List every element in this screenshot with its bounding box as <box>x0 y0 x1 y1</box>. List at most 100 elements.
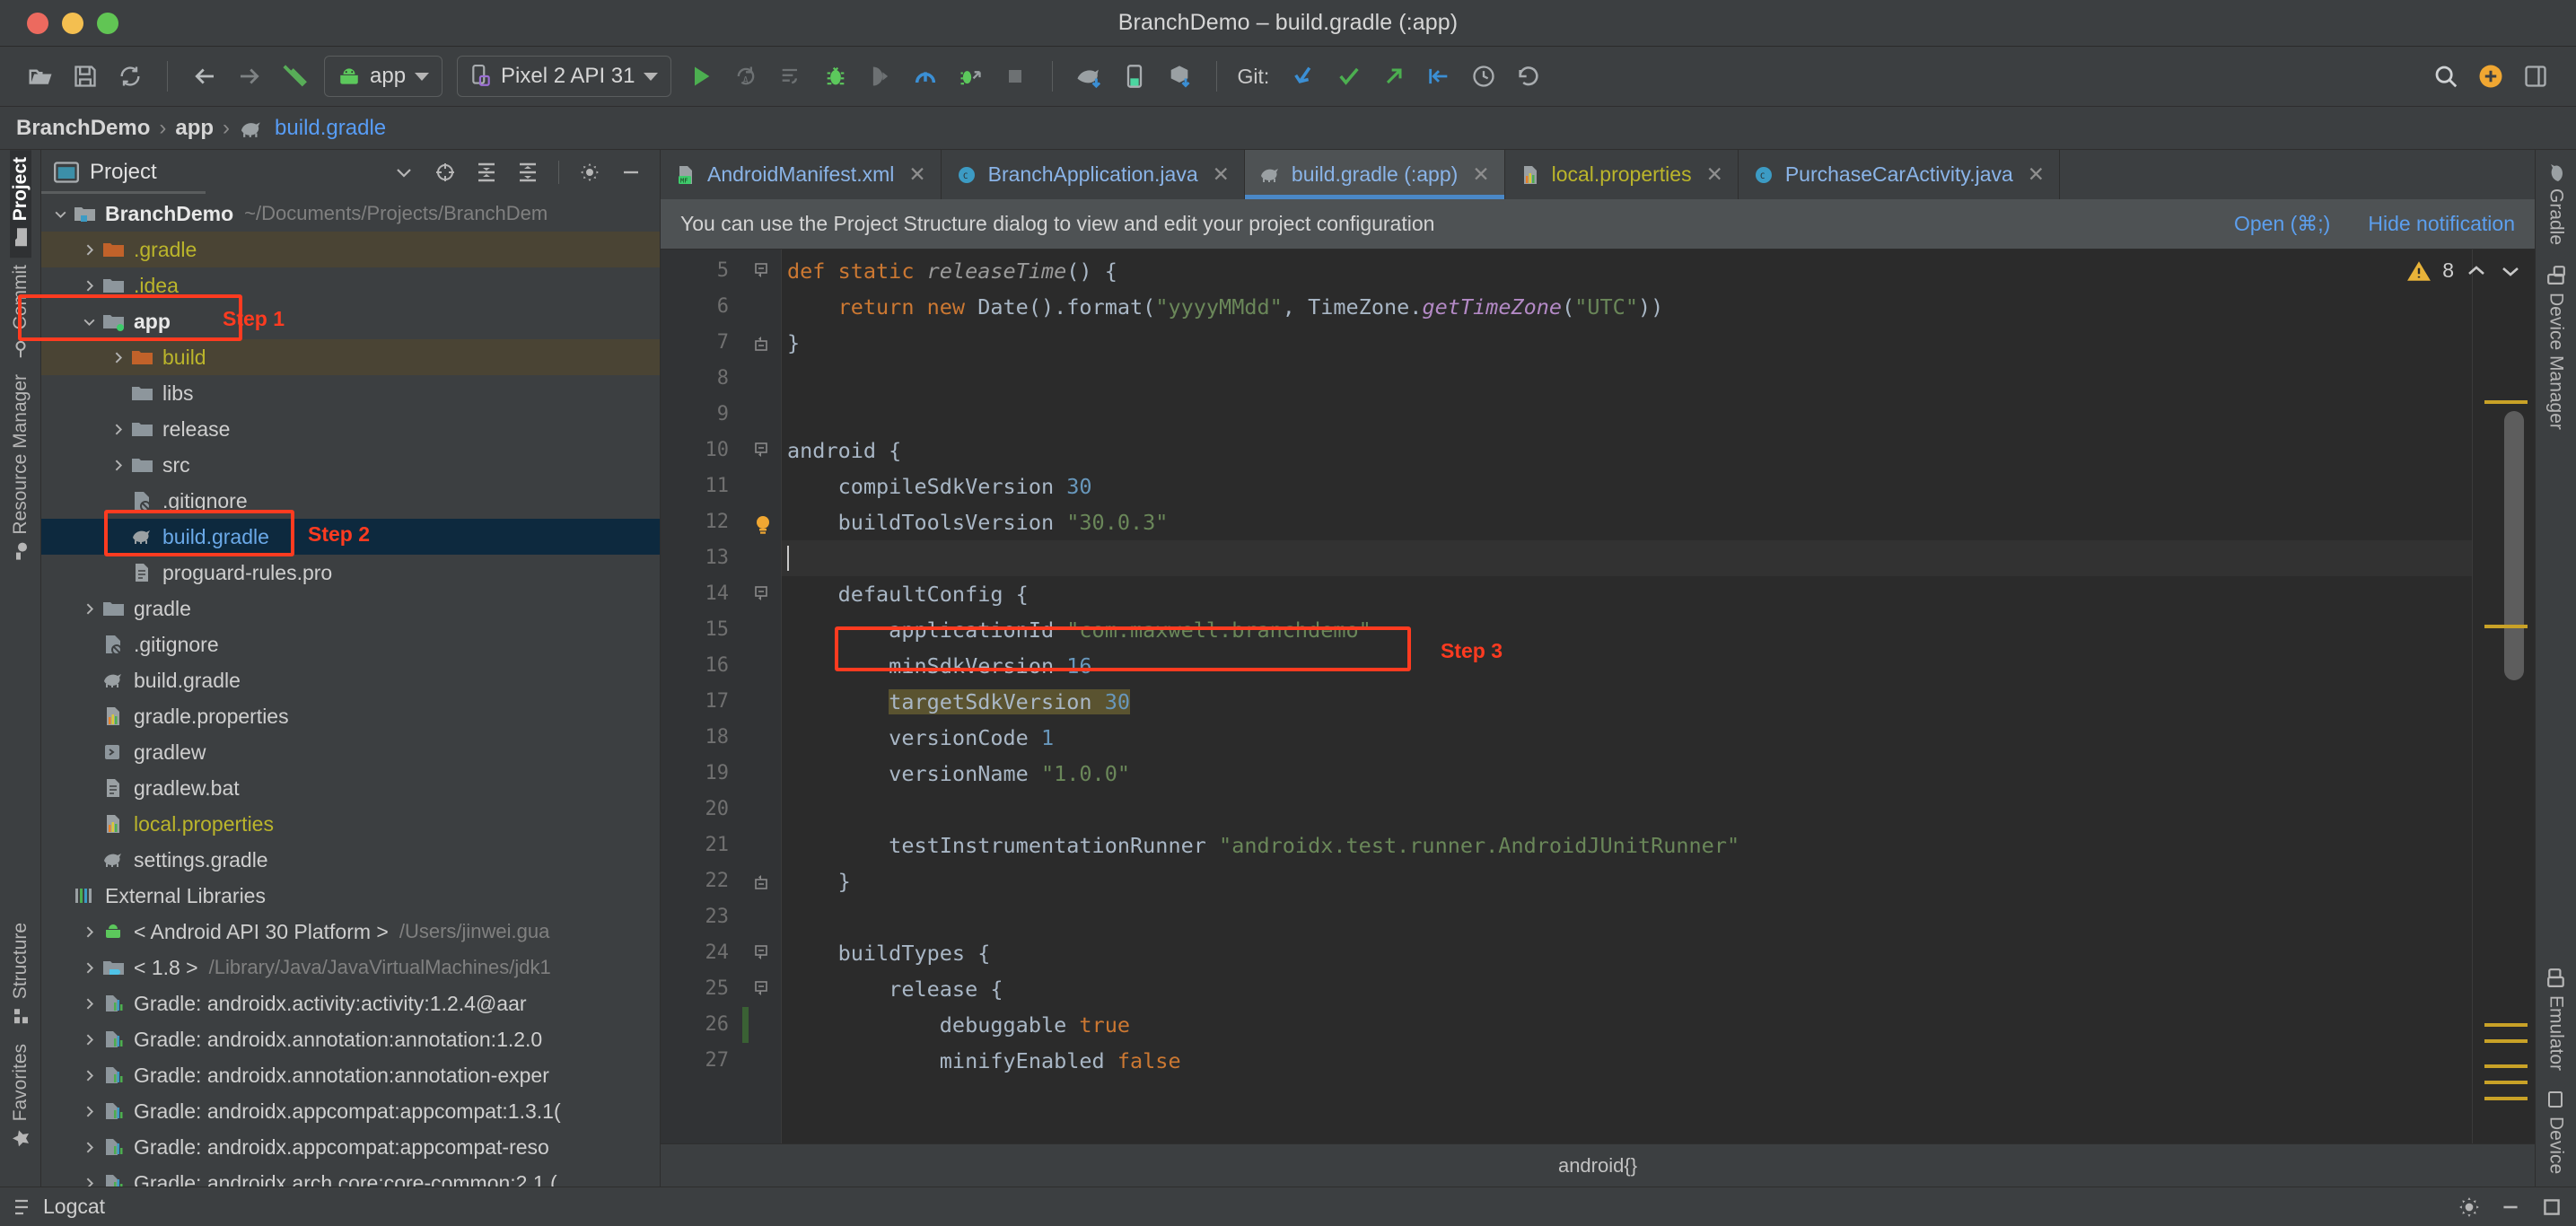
code-line[interactable]: } <box>782 325 2472 361</box>
gradle-sync-icon[interactable] <box>1069 56 1110 97</box>
sidebar-item-project[interactable]: Project <box>9 150 31 258</box>
code-line[interactable] <box>782 361 2472 397</box>
build-hammer-icon[interactable] <box>274 56 315 97</box>
tree-row[interactable]: .gradle <box>41 232 660 268</box>
editor-scrollbar-thumb[interactable] <box>2504 411 2524 680</box>
device-selector[interactable]: Pixel 2 API 31 <box>457 56 672 97</box>
run-icon[interactable] <box>680 56 722 97</box>
code-line[interactable]: buildToolsVersion "30.0.3" <box>757 504 2472 540</box>
chevron-right-icon[interactable] <box>77 1140 101 1155</box>
maximize-window-button[interactable] <box>97 12 118 34</box>
history-icon[interactable] <box>1463 56 1504 97</box>
gear-icon[interactable] <box>572 154 608 190</box>
editor-tab[interactable]: build.gradle (:app) ✕ <box>1244 150 1505 199</box>
sidebar-item-device-manager[interactable]: Device Manager <box>2545 252 2567 437</box>
tree-row[interactable]: .gitignore <box>41 483 660 519</box>
editor-tab[interactable]: MF AndroidManifest.xml ✕ <box>661 150 942 199</box>
tree-row[interactable]: External Libraries <box>41 878 660 914</box>
layout-icon[interactable] <box>2515 56 2556 97</box>
profiler-icon[interactable] <box>905 56 946 97</box>
warning-marker[interactable] <box>2484 1023 2528 1027</box>
commit-icon[interactable] <box>1328 56 1370 97</box>
tree-row[interactable]: local.properties <box>41 806 660 842</box>
sidebar-item-structure[interactable]: Structure <box>10 915 31 1036</box>
tree-row[interactable]: < 1.8 > /Library/Java/JavaVirtualMachines… <box>41 950 660 985</box>
chevron-down-icon[interactable] <box>48 206 72 222</box>
fold-marker-icon[interactable] <box>741 433 781 469</box>
tree-row[interactable]: proguard-rules.pro <box>41 555 660 591</box>
close-tab-icon[interactable]: ✕ <box>1706 162 1723 187</box>
run-to-cursor-icon[interactable] <box>860 56 901 97</box>
sidebar-item-favorites[interactable]: Favorites <box>10 1037 31 1160</box>
code-line[interactable]: return new Date().format("yyyyMMdd", Tim… <box>782 289 2472 325</box>
fold-marker-icon[interactable] <box>741 863 781 899</box>
code-line[interactable]: targetSdkVersion 30 <box>782 684 2472 720</box>
search-icon[interactable] <box>2425 56 2466 97</box>
code-line[interactable]: minSdkVersion 16 <box>782 648 2472 684</box>
revert-icon[interactable] <box>1508 56 1549 97</box>
breadcrumb-item-module[interactable]: app <box>175 116 214 141</box>
next-problem-icon[interactable] <box>2499 261 2522 281</box>
expand-all-icon[interactable] <box>469 154 504 190</box>
chevron-down-icon[interactable] <box>386 154 422 190</box>
collapse-all-icon[interactable] <box>510 154 546 190</box>
apply-code-changes-icon[interactable] <box>770 56 811 97</box>
chevron-right-icon[interactable] <box>106 422 129 437</box>
add-icon[interactable] <box>2470 56 2511 97</box>
debug-icon[interactable] <box>815 56 856 97</box>
chevron-right-icon[interactable] <box>77 278 101 293</box>
sync-icon[interactable] <box>110 56 151 97</box>
code-line[interactable]: versionName "1.0.0" <box>782 756 2472 792</box>
tree-row[interactable]: gradle <box>41 591 660 626</box>
code-line[interactable] <box>782 397 2472 433</box>
maximize-icon[interactable] <box>2540 1195 2563 1219</box>
code-line[interactable]: } <box>782 863 2472 899</box>
tree-row[interactable]: .gitignore <box>41 626 660 662</box>
tree-row[interactable]: build.gradle <box>41 662 660 698</box>
chevron-down-icon[interactable] <box>77 314 101 329</box>
editor-tab[interactable]: C PurchaseCarActivity.java ✕ <box>1739 150 2061 199</box>
tree-row[interactable]: Gradle: androidx.appcompat:appcompat-res… <box>41 1129 660 1165</box>
tree-row[interactable]: Gradle: androidx.appcompat:appcompat:1.3… <box>41 1093 660 1129</box>
close-tab-icon[interactable]: ✕ <box>1213 162 1230 187</box>
tree-row[interactable]: src <box>41 447 660 483</box>
sidebar-item-emulator[interactable]: Emulator <box>2545 955 2567 1078</box>
warning-marker[interactable] <box>2484 1064 2528 1068</box>
save-icon[interactable] <box>65 56 106 97</box>
close-tab-icon[interactable]: ✕ <box>2028 162 2045 187</box>
editor-tab[interactable]: local.properties ✕ <box>1505 150 1739 199</box>
inspection-widget[interactable]: 8 <box>2406 258 2522 283</box>
chevron-right-icon[interactable] <box>106 350 129 365</box>
minimize-icon[interactable] <box>2499 1195 2522 1219</box>
previous-problem-icon[interactable] <box>2465 261 2488 281</box>
tree-row[interactable]: gradlew <box>41 734 660 770</box>
chevron-right-icon[interactable] <box>77 1068 101 1083</box>
gear-icon[interactable] <box>2458 1195 2481 1219</box>
hide-notification-link[interactable]: Hide notification <box>2368 212 2515 236</box>
tree-row[interactable]: settings.gradle <box>41 842 660 878</box>
code-line[interactable]: compileSdkVersion 30 <box>782 469 2472 504</box>
tree-row[interactable]: gradlew.bat <box>41 770 660 806</box>
apply-changes-icon[interactable]: A <box>725 56 767 97</box>
open-project-structure-link[interactable]: Open (⌘;) <box>2234 212 2330 236</box>
module-selector[interactable]: app <box>324 56 443 97</box>
fold-marker-icon[interactable] <box>741 576 781 612</box>
chevron-right-icon[interactable] <box>77 1032 101 1047</box>
chevron-right-icon[interactable] <box>77 601 101 617</box>
sidebar-item-resource-manager[interactable]: Resource Manager <box>10 367 31 572</box>
warning-marker[interactable] <box>2484 625 2528 628</box>
close-tab-icon[interactable]: ✕ <box>908 162 925 187</box>
code-line[interactable] <box>782 792 2472 828</box>
scroll-from-source-icon[interactable] <box>427 154 463 190</box>
editor-tab[interactable]: C BranchApplication.java ✕ <box>942 150 1245 199</box>
project-tree[interactable]: BranchDemo ~/Documents/Projects/BranchDem… <box>41 194 660 1187</box>
sdk-manager-icon[interactable] <box>1159 56 1200 97</box>
open-folder-icon[interactable] <box>20 56 61 97</box>
code-line[interactable]: applicationId "com.maxwell.branchdemo" <box>782 612 2472 648</box>
fold-marker-icon[interactable] <box>741 253 781 289</box>
tree-row[interactable]: app <box>41 303 660 339</box>
warning-marker[interactable] <box>2484 1097 2528 1100</box>
chevron-right-icon[interactable] <box>77 996 101 1011</box>
code-line[interactable]: buildTypes { <box>782 935 2472 971</box>
close-window-button[interactable] <box>27 12 48 34</box>
